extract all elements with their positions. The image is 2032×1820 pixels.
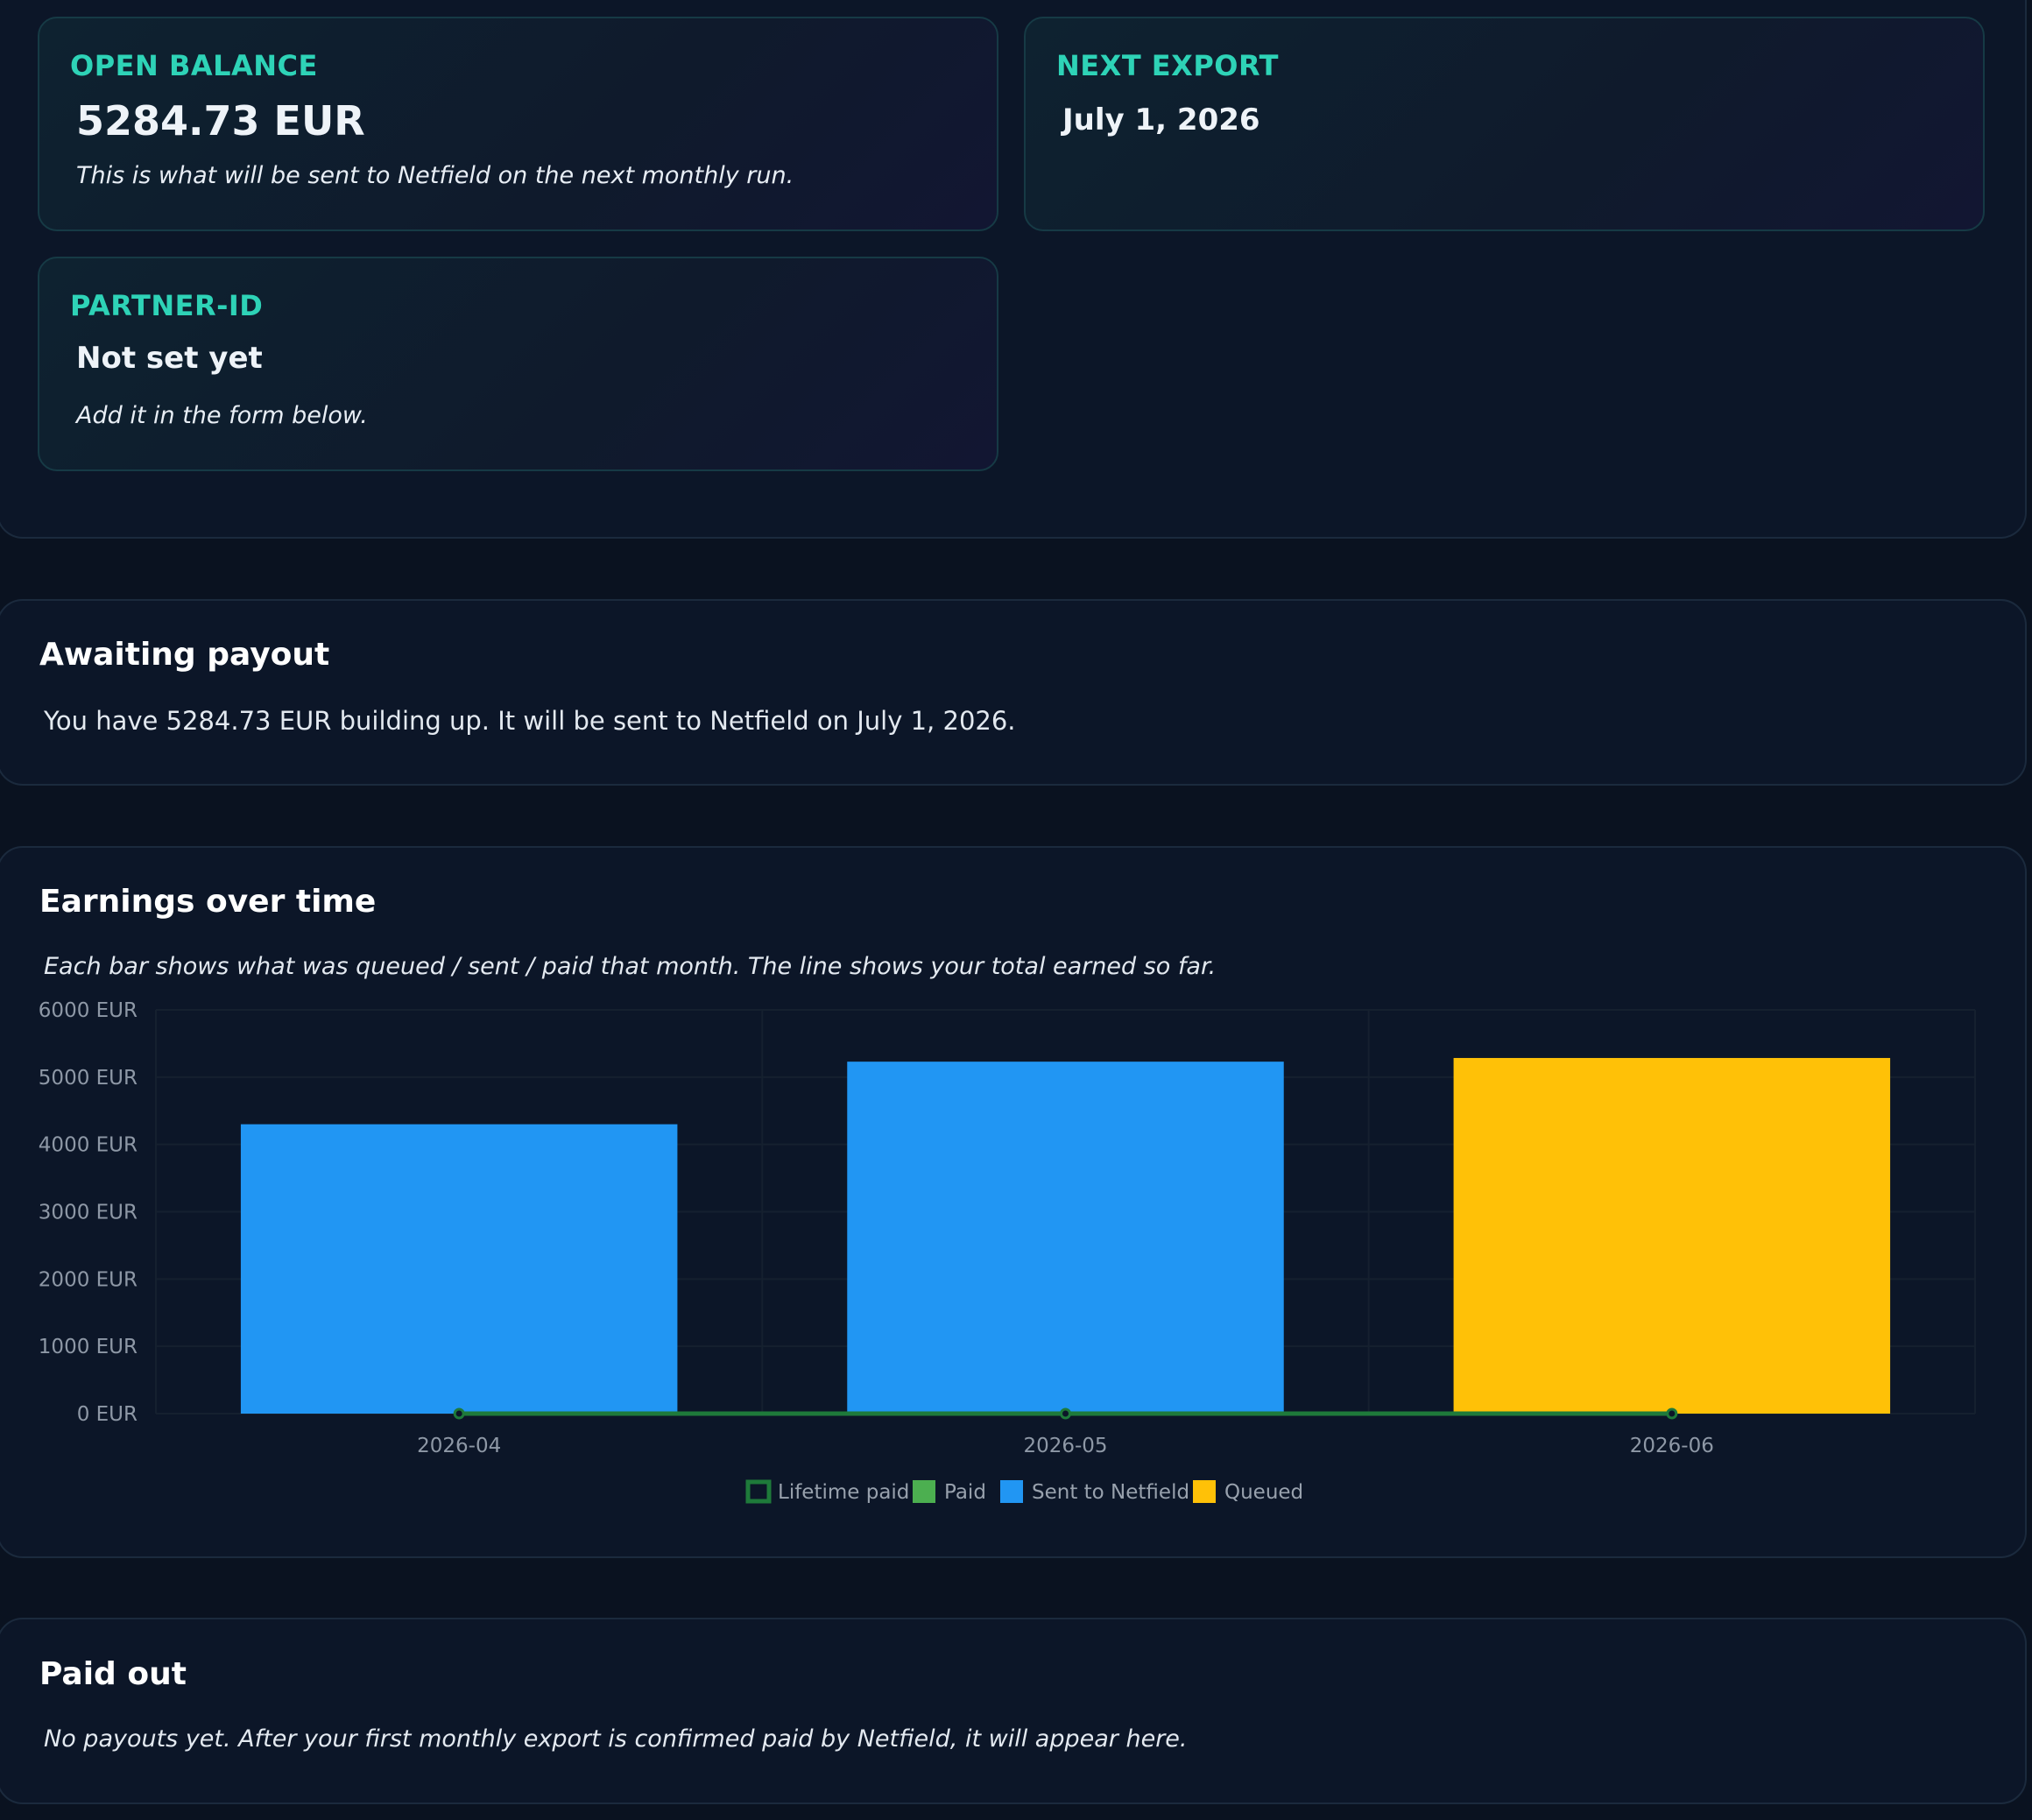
scrollbar[interactable]	[2028, 0, 2032, 1820]
earnings-chart: 0 EUR 1000 EUR 2000 EUR 3000 EUR 4000 EUR 500…	[39, 999, 1976, 1504]
line-point	[1666, 1407, 1678, 1420]
bar-sent-to-netfield	[847, 1062, 1284, 1414]
y-tick-label: 0 EUR	[77, 1403, 138, 1426]
y-tick-label: 1000 EUR	[39, 1336, 138, 1358]
x-tick-label: 2026-06	[1630, 1435, 1714, 1457]
bar-sent-to-netfield	[240, 1124, 678, 1414]
x-tick-label: 2026-04	[417, 1435, 501, 1457]
paid-out-title: Paid out	[39, 1656, 187, 1692]
paid-out-panel	[0, 1618, 2027, 1804]
line-point	[1060, 1407, 1071, 1420]
line-point	[453, 1407, 465, 1420]
legend-label: Queued	[1224, 1481, 1303, 1504]
y-tick-label: 5000 EUR	[39, 1067, 138, 1090]
paid-out-text: No payouts yet. After your first monthly…	[44, 1725, 1188, 1753]
y-tick-label: 2000 EUR	[39, 1268, 138, 1291]
legend-swatch	[1000, 1480, 1023, 1503]
legend-label: Paid	[944, 1481, 986, 1504]
x-tick-label: 2026-05	[1023, 1435, 1107, 1457]
bar-queued	[1453, 1057, 1891, 1414]
legend-label: Lifetime paid	[778, 1481, 909, 1504]
y-tick-label: 3000 EUR	[39, 1202, 138, 1224]
dashboard-page: OPEN BALANCE 5284.73 EUR This is what wi…	[0, 0, 2032, 1820]
legend-swatch	[913, 1480, 935, 1503]
legend-swatch	[745, 1479, 772, 1504]
y-tick-label: 6000 EUR	[39, 999, 138, 1022]
legend-swatch	[1193, 1480, 1216, 1503]
legend-label: Sent to Netfield	[1032, 1481, 1189, 1504]
y-tick-label: 4000 EUR	[39, 1134, 138, 1157]
